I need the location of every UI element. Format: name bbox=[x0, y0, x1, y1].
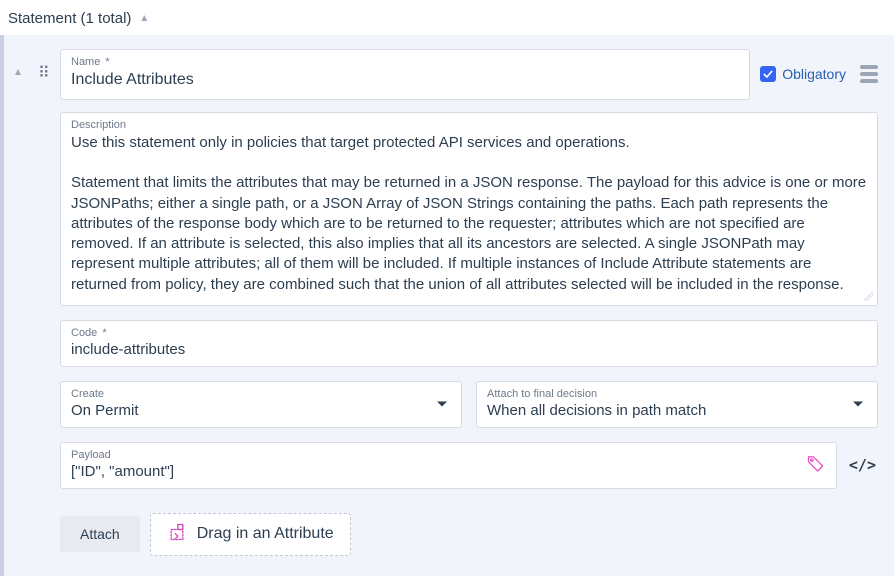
payload-field[interactable]: Payload ["ID", "amount"] bbox=[60, 442, 837, 489]
name-label: Name * bbox=[71, 56, 739, 68]
statement-card: ⠿ Name * Include Attributes Obligatory D… bbox=[32, 35, 894, 576]
resize-handle-icon[interactable] bbox=[863, 291, 873, 301]
obligatory-checkbox[interactable]: Obligatory bbox=[760, 66, 846, 82]
attach-final-label: Attach to final decision bbox=[487, 388, 867, 400]
attribute-dropzone[interactable]: Drag in an Attribute bbox=[150, 513, 351, 556]
collapse-item-caret-icon[interactable]: ▲ bbox=[13, 67, 23, 576]
drag-handle-icon[interactable]: ⠿ bbox=[36, 66, 50, 82]
obligatory-label: Obligatory bbox=[782, 66, 846, 82]
description-field[interactable]: Description Use this statement only in p… bbox=[60, 112, 878, 306]
payload-value: ["ID", "amount"] bbox=[71, 463, 826, 480]
name-value: Include Attributes bbox=[71, 70, 739, 91]
attach-button[interactable]: Attach bbox=[60, 516, 140, 552]
code-view-toggle[interactable]: </> bbox=[847, 456, 878, 474]
attach-final-value: When all decisions in path match bbox=[487, 402, 867, 419]
checkbox-checked-icon bbox=[760, 66, 776, 82]
statement-panel: ▲ ⠿ Name * Include Attributes Obligatory bbox=[0, 35, 894, 576]
create-select[interactable]: Create On Permit bbox=[60, 381, 462, 428]
create-label: Create bbox=[71, 388, 451, 400]
collapse-caret-icon: ▲ bbox=[139, 13, 149, 24]
gutter: ▲ bbox=[4, 35, 32, 576]
dropzone-label: Drag in an Attribute bbox=[197, 525, 334, 543]
code-label: Code * bbox=[71, 327, 867, 339]
payload-label: Payload bbox=[71, 449, 826, 461]
section-header[interactable]: Statement (1 total) ▲ bbox=[0, 0, 894, 35]
tag-icon[interactable] bbox=[806, 454, 826, 477]
create-value: On Permit bbox=[71, 402, 451, 419]
drag-attribute-icon bbox=[167, 522, 187, 547]
code-field[interactable]: Code * include-attributes bbox=[60, 320, 878, 367]
attach-final-select[interactable]: Attach to final decision When all decisi… bbox=[476, 381, 878, 428]
name-field[interactable]: Name * Include Attributes bbox=[60, 49, 750, 100]
chevron-down-icon bbox=[853, 402, 863, 407]
description-value: Use this statement only in policies that… bbox=[71, 133, 867, 295]
hamburger-menu-icon[interactable] bbox=[856, 63, 878, 85]
chevron-down-icon bbox=[437, 402, 447, 407]
section-title: Statement (1 total) bbox=[8, 10, 131, 27]
description-label: Description bbox=[71, 119, 867, 131]
code-value: include-attributes bbox=[71, 341, 867, 358]
